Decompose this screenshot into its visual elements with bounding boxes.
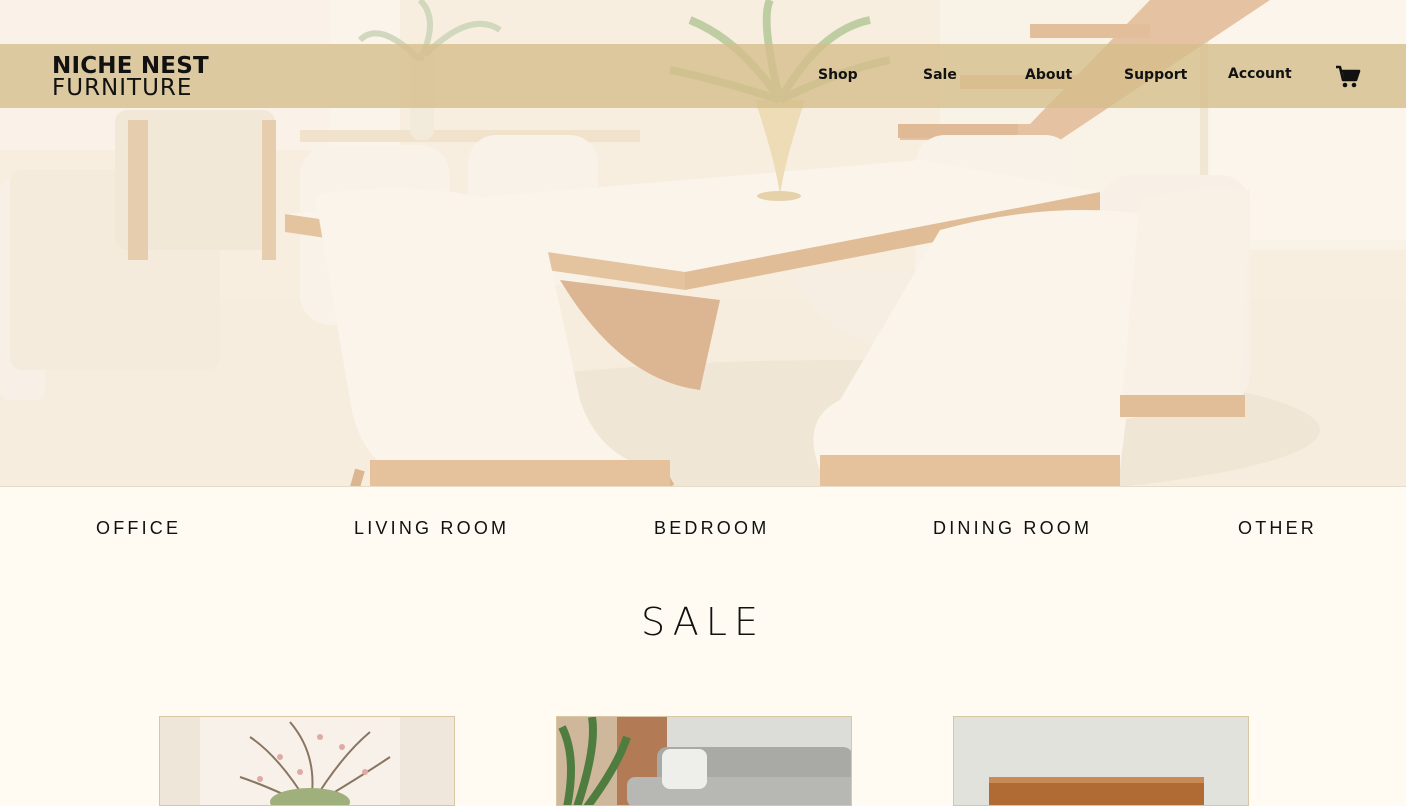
nav-shop[interactable]: Shop: [818, 67, 858, 83]
brand-logo[interactable]: NICHE NEST FURNITURE: [52, 54, 232, 100]
category-dining-room[interactable]: DINING ROOM: [933, 518, 1092, 539]
product-image: [954, 717, 1248, 805]
nav-about[interactable]: About: [1025, 67, 1072, 83]
brand-line-2: FURNITURE: [52, 75, 193, 101]
nav-sale[interactable]: Sale: [923, 67, 957, 83]
category-other[interactable]: OTHER: [1238, 518, 1317, 539]
product-card[interactable]: [556, 716, 852, 806]
product-image: [557, 717, 851, 805]
product-card[interactable]: [159, 716, 455, 806]
category-living-room[interactable]: LIVING ROOM: [354, 518, 509, 539]
product-card[interactable]: [953, 716, 1249, 806]
sale-heading: SALE: [640, 600, 765, 644]
nav-account[interactable]: Account: [1228, 66, 1292, 82]
nav-support[interactable]: Support: [1124, 67, 1187, 83]
category-bedroom[interactable]: BEDROOM: [654, 518, 769, 539]
category-office[interactable]: OFFICE: [96, 518, 181, 539]
cart-icon[interactable]: [1334, 62, 1362, 90]
nav-bar: NICHE NEST FURNITURE Shop Sale About Sup…: [0, 44, 1406, 108]
product-image: [160, 717, 454, 805]
